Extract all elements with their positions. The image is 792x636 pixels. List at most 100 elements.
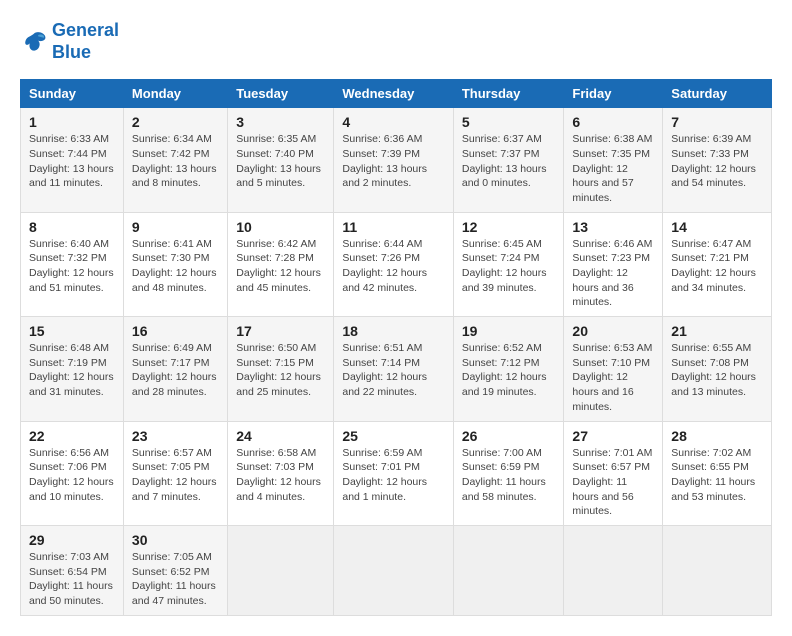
calendar-week-row: 1 Sunrise: 6:33 AMSunset: 7:44 PMDayligh… [21,108,772,212]
calendar-cell: 5 Sunrise: 6:37 AMSunset: 7:37 PMDayligh… [453,108,564,212]
day-number: 11 [342,219,445,235]
col-header-saturday: Saturday [663,80,772,108]
calendar-cell: 2 Sunrise: 6:34 AMSunset: 7:42 PMDayligh… [123,108,227,212]
day-number: 19 [462,323,556,339]
calendar-cell: 10 Sunrise: 6:42 AMSunset: 7:28 PMDaylig… [228,212,334,316]
calendar-cell: 15 Sunrise: 6:48 AMSunset: 7:19 PMDaylig… [21,317,124,421]
day-number: 4 [342,114,445,130]
calendar-cell: 13 Sunrise: 6:46 AMSunset: 7:23 PMDaylig… [564,212,663,316]
day-number: 8 [29,219,115,235]
calendar-cell: 8 Sunrise: 6:40 AMSunset: 7:32 PMDayligh… [21,212,124,316]
day-detail: Sunrise: 6:33 AMSunset: 7:44 PMDaylight:… [29,132,115,191]
calendar-cell [228,525,334,615]
day-detail: Sunrise: 6:53 AMSunset: 7:10 PMDaylight:… [572,341,654,414]
day-number: 30 [132,532,219,548]
calendar-cell [334,525,454,615]
day-detail: Sunrise: 6:48 AMSunset: 7:19 PMDaylight:… [29,341,115,400]
day-detail: Sunrise: 6:45 AMSunset: 7:24 PMDaylight:… [462,237,556,296]
logo-text: General Blue [52,20,119,63]
calendar-cell: 21 Sunrise: 6:55 AMSunset: 7:08 PMDaylig… [663,317,772,421]
col-header-sunday: Sunday [21,80,124,108]
day-number: 27 [572,428,654,444]
calendar-cell: 23 Sunrise: 6:57 AMSunset: 7:05 PMDaylig… [123,421,227,525]
day-number: 7 [671,114,763,130]
day-number: 20 [572,323,654,339]
calendar-cell: 14 Sunrise: 6:47 AMSunset: 7:21 PMDaylig… [663,212,772,316]
calendar-cell [663,525,772,615]
day-detail: Sunrise: 6:42 AMSunset: 7:28 PMDaylight:… [236,237,325,296]
day-detail: Sunrise: 6:40 AMSunset: 7:32 PMDaylight:… [29,237,115,296]
day-number: 10 [236,219,325,235]
calendar-cell: 9 Sunrise: 6:41 AMSunset: 7:30 PMDayligh… [123,212,227,316]
page-header: General Blue [20,20,772,63]
day-number: 3 [236,114,325,130]
calendar-cell: 25 Sunrise: 6:59 AMSunset: 7:01 PMDaylig… [334,421,454,525]
calendar-header-row: SundayMondayTuesdayWednesdayThursdayFrid… [21,80,772,108]
day-detail: Sunrise: 6:59 AMSunset: 7:01 PMDaylight:… [342,446,445,505]
day-detail: Sunrise: 6:57 AMSunset: 7:05 PMDaylight:… [132,446,219,505]
calendar-cell [564,525,663,615]
day-number: 2 [132,114,219,130]
day-detail: Sunrise: 6:50 AMSunset: 7:15 PMDaylight:… [236,341,325,400]
calendar-cell: 28 Sunrise: 7:02 AMSunset: 6:55 PMDaylig… [663,421,772,525]
day-number: 18 [342,323,445,339]
calendar-cell: 1 Sunrise: 6:33 AMSunset: 7:44 PMDayligh… [21,108,124,212]
day-detail: Sunrise: 6:34 AMSunset: 7:42 PMDaylight:… [132,132,219,191]
day-detail: Sunrise: 6:49 AMSunset: 7:17 PMDaylight:… [132,341,219,400]
calendar-cell: 17 Sunrise: 6:50 AMSunset: 7:15 PMDaylig… [228,317,334,421]
day-number: 21 [671,323,763,339]
col-header-thursday: Thursday [453,80,564,108]
day-detail: Sunrise: 6:36 AMSunset: 7:39 PMDaylight:… [342,132,445,191]
day-number: 16 [132,323,219,339]
calendar-cell: 12 Sunrise: 6:45 AMSunset: 7:24 PMDaylig… [453,212,564,316]
day-number: 6 [572,114,654,130]
col-header-monday: Monday [123,80,227,108]
day-detail: Sunrise: 6:38 AMSunset: 7:35 PMDaylight:… [572,132,654,205]
day-number: 26 [462,428,556,444]
calendar-cell: 26 Sunrise: 7:00 AMSunset: 6:59 PMDaylig… [453,421,564,525]
day-number: 14 [671,219,763,235]
day-detail: Sunrise: 7:05 AMSunset: 6:52 PMDaylight:… [132,550,219,609]
day-number: 13 [572,219,654,235]
day-detail: Sunrise: 7:02 AMSunset: 6:55 PMDaylight:… [671,446,763,505]
calendar-cell: 27 Sunrise: 7:01 AMSunset: 6:57 PMDaylig… [564,421,663,525]
day-number: 22 [29,428,115,444]
day-number: 25 [342,428,445,444]
calendar-cell: 19 Sunrise: 6:52 AMSunset: 7:12 PMDaylig… [453,317,564,421]
day-detail: Sunrise: 7:03 AMSunset: 6:54 PMDaylight:… [29,550,115,609]
day-detail: Sunrise: 6:37 AMSunset: 7:37 PMDaylight:… [462,132,556,191]
day-detail: Sunrise: 6:39 AMSunset: 7:33 PMDaylight:… [671,132,763,191]
day-detail: Sunrise: 6:46 AMSunset: 7:23 PMDaylight:… [572,237,654,310]
calendar-cell [453,525,564,615]
calendar-cell: 29 Sunrise: 7:03 AMSunset: 6:54 PMDaylig… [21,525,124,615]
calendar-cell: 3 Sunrise: 6:35 AMSunset: 7:40 PMDayligh… [228,108,334,212]
calendar-cell: 18 Sunrise: 6:51 AMSunset: 7:14 PMDaylig… [334,317,454,421]
logo: General Blue [20,20,119,63]
day-detail: Sunrise: 7:01 AMSunset: 6:57 PMDaylight:… [572,446,654,519]
calendar-table: SundayMondayTuesdayWednesdayThursdayFrid… [20,79,772,616]
day-detail: Sunrise: 6:47 AMSunset: 7:21 PMDaylight:… [671,237,763,296]
day-number: 28 [671,428,763,444]
day-number: 12 [462,219,556,235]
calendar-cell: 22 Sunrise: 6:56 AMSunset: 7:06 PMDaylig… [21,421,124,525]
day-number: 15 [29,323,115,339]
calendar-cell: 24 Sunrise: 6:58 AMSunset: 7:03 PMDaylig… [228,421,334,525]
calendar-week-row: 29 Sunrise: 7:03 AMSunset: 6:54 PMDaylig… [21,525,772,615]
day-number: 23 [132,428,219,444]
day-number: 29 [29,532,115,548]
calendar-cell: 7 Sunrise: 6:39 AMSunset: 7:33 PMDayligh… [663,108,772,212]
calendar-cell: 20 Sunrise: 6:53 AMSunset: 7:10 PMDaylig… [564,317,663,421]
calendar-cell: 4 Sunrise: 6:36 AMSunset: 7:39 PMDayligh… [334,108,454,212]
day-detail: Sunrise: 6:56 AMSunset: 7:06 PMDaylight:… [29,446,115,505]
day-number: 5 [462,114,556,130]
day-detail: Sunrise: 6:52 AMSunset: 7:12 PMDaylight:… [462,341,556,400]
day-detail: Sunrise: 6:44 AMSunset: 7:26 PMDaylight:… [342,237,445,296]
calendar-cell: 30 Sunrise: 7:05 AMSunset: 6:52 PMDaylig… [123,525,227,615]
day-detail: Sunrise: 6:35 AMSunset: 7:40 PMDaylight:… [236,132,325,191]
day-number: 17 [236,323,325,339]
calendar-week-row: 8 Sunrise: 6:40 AMSunset: 7:32 PMDayligh… [21,212,772,316]
day-detail: Sunrise: 6:55 AMSunset: 7:08 PMDaylight:… [671,341,763,400]
calendar-cell: 16 Sunrise: 6:49 AMSunset: 7:17 PMDaylig… [123,317,227,421]
calendar-cell: 6 Sunrise: 6:38 AMSunset: 7:35 PMDayligh… [564,108,663,212]
calendar-week-row: 22 Sunrise: 6:56 AMSunset: 7:06 PMDaylig… [21,421,772,525]
